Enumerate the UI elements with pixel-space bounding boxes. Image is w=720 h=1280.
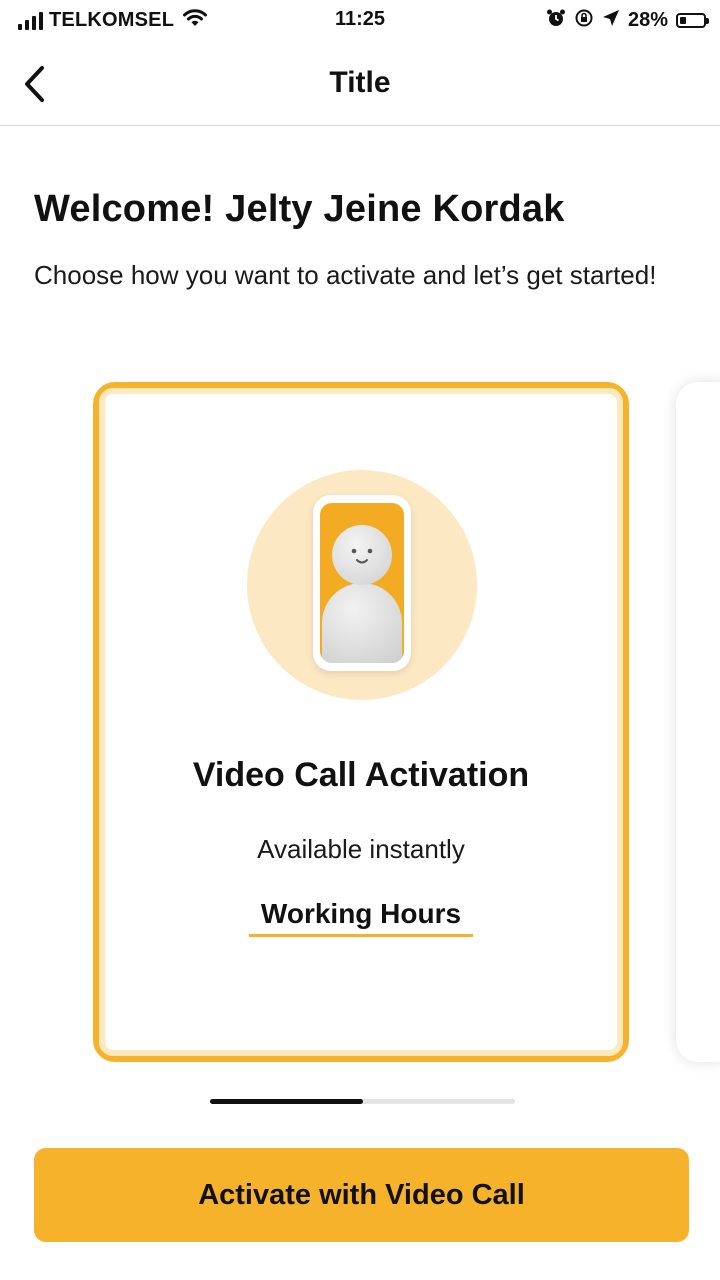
status-right: 28% xyxy=(546,8,709,33)
welcome-subtitle: Choose how you want to activate and let’… xyxy=(34,260,657,290)
person-body xyxy=(322,583,402,663)
status-bar: TELKOMSEL 11:25 28% xyxy=(0,0,720,42)
alarm-icon xyxy=(546,8,566,33)
activate-video-call-button[interactable]: Activate with Video Call xyxy=(34,1148,689,1242)
phone-screen xyxy=(320,503,404,663)
pager-active-segment xyxy=(210,1099,363,1104)
next-card-peek[interactable] xyxy=(676,382,720,1062)
phone-illustration xyxy=(313,495,411,671)
orientation-lock-icon xyxy=(574,8,594,33)
person-in-phone-illustration xyxy=(247,470,477,700)
carousel-pager xyxy=(210,1099,515,1104)
smile-face-icon xyxy=(351,548,373,564)
page-title: Title xyxy=(329,66,391,99)
location-icon xyxy=(602,9,620,32)
card-title: Video Call Activation xyxy=(192,756,530,794)
video-call-activation-card[interactable]: Video Call Activation Available instantl… xyxy=(93,382,629,1062)
nav-bar: Title xyxy=(0,42,720,126)
battery-percent: 28% xyxy=(627,9,668,31)
welcome-title: Welcome! Jelty Jeine Kordak xyxy=(34,188,565,230)
card-subtitle: Available instantly xyxy=(257,834,465,864)
battery-fill xyxy=(680,17,686,24)
person-head xyxy=(332,525,392,585)
working-hours-link[interactable]: Working Hours xyxy=(249,898,473,937)
battery-icon xyxy=(676,13,709,28)
